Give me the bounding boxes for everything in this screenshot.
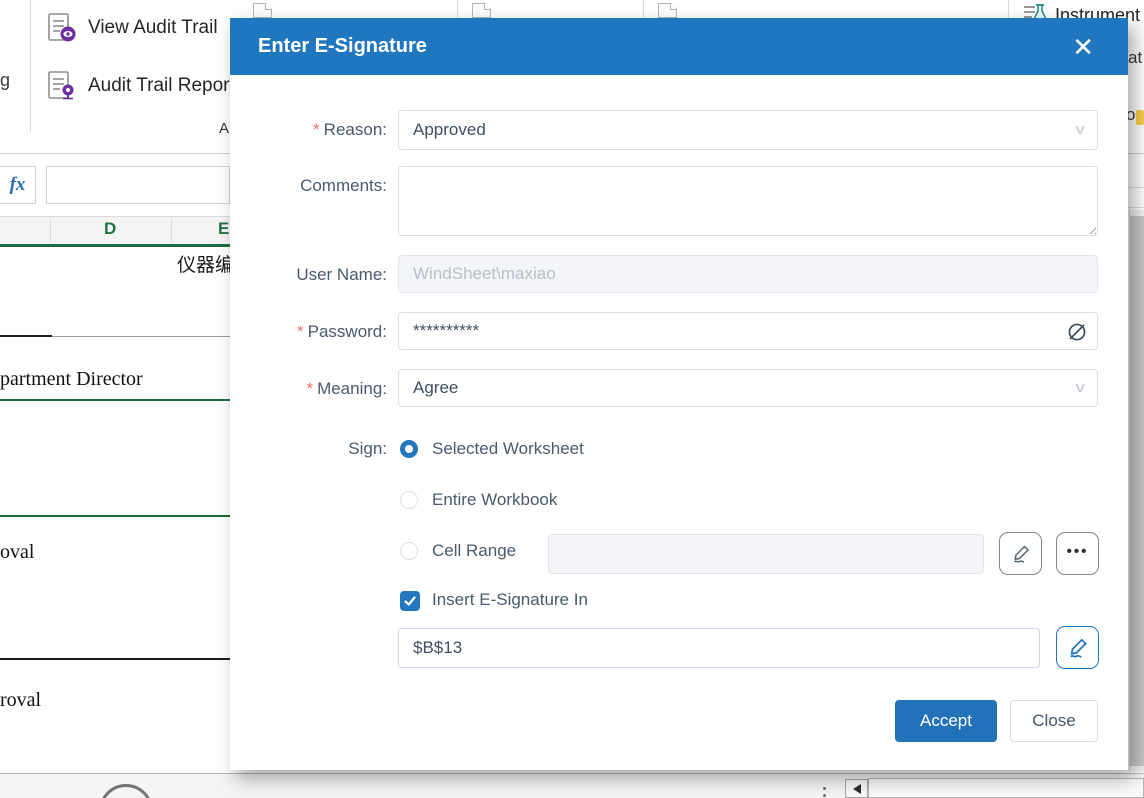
app-window: g View Audit Trail Audit Trail Reports A… bbox=[0, 0, 1144, 798]
column-header-e[interactable]: E bbox=[218, 219, 229, 239]
cell-text-oval: oval bbox=[0, 541, 35, 563]
reason-value: Approved bbox=[413, 120, 486, 139]
dialog-title: Enter E-Signature bbox=[258, 35, 427, 57]
ribbon-divider bbox=[1008, 0, 1009, 18]
view-audit-trail-label: View Audit Trail bbox=[88, 17, 218, 38]
chevron-down-icon: ∨ bbox=[1072, 378, 1088, 395]
column-separator bbox=[171, 218, 172, 242]
page-icon bbox=[658, 3, 677, 18]
user-name-field bbox=[398, 255, 1098, 293]
comments-label: Comments: bbox=[300, 176, 387, 195]
sign-location-button[interactable] bbox=[1056, 626, 1099, 669]
signature-pen-icon bbox=[1013, 544, 1029, 563]
audit-eye-document-icon bbox=[48, 13, 76, 42]
vertical-scrollbar-thumb[interactable] bbox=[1130, 216, 1144, 766]
ribbon-divider bbox=[30, 0, 31, 132]
formula-input[interactable] bbox=[46, 166, 230, 204]
signature-pen-icon bbox=[1069, 638, 1087, 658]
tab-splitter-handle[interactable] bbox=[823, 786, 827, 798]
pick-range-button[interactable] bbox=[999, 532, 1042, 575]
cell-text-director: partment Director bbox=[0, 368, 143, 390]
esignature-dialog: Enter E-Signature ✕ * Reason: Approved ∨ … bbox=[230, 18, 1128, 770]
audit-trail-reports-label: Audit Trail Reports bbox=[88, 75, 245, 96]
scroll-left-button[interactable] bbox=[845, 779, 868, 798]
accept-button[interactable]: Accept bbox=[895, 700, 997, 742]
close-button[interactable]: Close bbox=[1010, 700, 1098, 742]
close-icon[interactable]: ✕ bbox=[1072, 34, 1094, 60]
page-icon bbox=[472, 3, 491, 18]
reason-label: * Reason: bbox=[313, 120, 387, 139]
radio-selected-worksheet[interactable] bbox=[400, 440, 418, 458]
required-asterisk: * bbox=[313, 120, 320, 139]
required-asterisk: * bbox=[297, 322, 304, 341]
comments-textarea[interactable] bbox=[398, 166, 1098, 236]
meaning-value: Agree bbox=[413, 378, 459, 397]
reason-select[interactable]: Approved ∨ bbox=[398, 110, 1098, 150]
chevron-down-icon: ∨ bbox=[1072, 120, 1088, 137]
page-icon bbox=[253, 3, 272, 18]
ellipsis-icon: ••• bbox=[1066, 543, 1089, 560]
eye-slash-icon[interactable] bbox=[1066, 321, 1088, 343]
meaning-select[interactable]: Agree ∨ bbox=[398, 369, 1098, 407]
left-triangle-icon bbox=[852, 783, 861, 794]
column-header-d[interactable]: D bbox=[104, 219, 116, 239]
dialog-header: Enter E-Signature ✕ bbox=[230, 18, 1128, 75]
view-audit-trail-button[interactable]: View Audit Trail bbox=[46, 12, 218, 44]
highlight-chip bbox=[1136, 110, 1144, 125]
ribbon-bottom-border bbox=[0, 153, 230, 154]
audit-trail-reports-button[interactable]: Audit Trail Reports bbox=[46, 70, 244, 102]
radio-entire-workbook[interactable] bbox=[400, 491, 418, 509]
black-cell-border bbox=[0, 658, 230, 660]
ribbon-group-partial-label: A bbox=[219, 120, 230, 137]
insert-esignature-label: Insert E-Signature In bbox=[432, 590, 588, 609]
fx-label-box: fx bbox=[0, 166, 36, 204]
radio-cell-range[interactable] bbox=[400, 542, 418, 560]
green-cell-border bbox=[0, 399, 230, 401]
audit-report-document-icon bbox=[48, 71, 74, 100]
ribbon-divider bbox=[643, 0, 644, 18]
sign-label: Sign: bbox=[348, 439, 387, 458]
more-options-button[interactable]: ••• bbox=[1056, 532, 1099, 575]
selected-column-underline bbox=[0, 244, 230, 247]
radio-selected-worksheet-label: Selected Worksheet bbox=[432, 439, 584, 458]
cell-reference-input[interactable] bbox=[398, 628, 1040, 668]
cell-border-dark bbox=[0, 335, 52, 337]
required-asterisk: * bbox=[306, 379, 314, 398]
insert-esignature-checkbox[interactable] bbox=[400, 591, 420, 611]
ribbon-bottom-border bbox=[1128, 153, 1144, 154]
cell-text-roval: roval bbox=[0, 689, 42, 711]
green-cell-border bbox=[0, 515, 230, 517]
cell-text-cn: 仪器编 bbox=[177, 255, 230, 276]
check-icon bbox=[404, 596, 416, 606]
meaning-label: * Meaning: bbox=[306, 379, 387, 398]
radio-entire-workbook-label: Entire Workbook bbox=[432, 490, 558, 509]
password-label: * Password: bbox=[297, 322, 387, 341]
column-separator bbox=[50, 218, 51, 242]
ribbon-divider bbox=[457, 0, 458, 18]
right-partial-text-top: at bbox=[1128, 48, 1143, 67]
ribbon-partial-label: g bbox=[0, 70, 11, 90]
fx-icon: fx bbox=[9, 174, 26, 195]
radio-cell-range-label: Cell Range bbox=[432, 541, 517, 560]
formula-bar-edge bbox=[1128, 187, 1144, 188]
user-name-label: User Name: bbox=[296, 265, 387, 284]
formula-bar-edge bbox=[1128, 207, 1144, 208]
horizontal-scrollbar-track[interactable] bbox=[868, 778, 1144, 798]
cell-range-input bbox=[548, 534, 984, 574]
password-field[interactable] bbox=[398, 312, 1098, 350]
